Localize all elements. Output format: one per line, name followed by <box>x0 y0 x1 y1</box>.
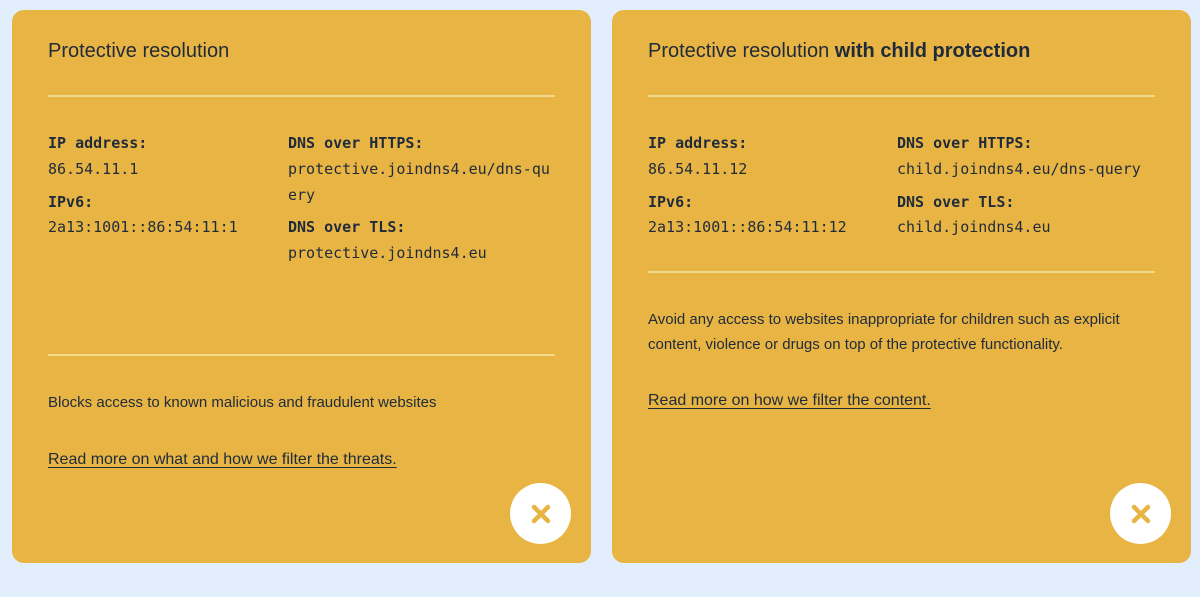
ip-address-label: IP address: <box>48 134 148 152</box>
read-more-threats-link[interactable]: Read more on what and how we filter the … <box>48 450 397 470</box>
close-x-icon <box>1131 504 1150 523</box>
doh-value: protective.joindns4.eu/dns-query <box>288 160 550 204</box>
ipv6-value: 2a13:1001::86:54:11:1 <box>48 218 238 236</box>
ipv6-value: 2a13:1001::86:54:11:12 <box>648 218 847 236</box>
ip-address-value: 86.54.11.12 <box>648 160 748 178</box>
card-description: Avoid any access to websites inappropria… <box>648 311 1120 353</box>
ipv6-label: IPv6: <box>648 193 694 211</box>
card-description: Blocks access to known malicious and fra… <box>48 394 437 411</box>
dot-label: DNS over TLS: <box>897 193 1015 211</box>
dot-value: child.joindns4.eu <box>897 218 1051 236</box>
read-more-content-link[interactable]: Read more on how we filter the content. <box>648 391 931 411</box>
doh-value: child.joindns4.eu/dns-query <box>897 160 1141 178</box>
dot-value: protective.joindns4.eu <box>288 244 487 262</box>
card-title: Protective resolution <box>48 40 230 62</box>
close-button[interactable] <box>510 483 571 544</box>
divider <box>648 95 1155 97</box>
dot-label: DNS over TLS: <box>288 218 406 236</box>
protective-resolution-card: Protective resolution IP address: 86.54.… <box>12 10 591 563</box>
divider <box>48 354 555 356</box>
doh-label: DNS over HTTPS: <box>897 134 1033 152</box>
ipv6-label: IPv6: <box>48 193 94 211</box>
card-title: Protective resolution with child protect… <box>648 40 1031 62</box>
doh-label: DNS over HTTPS: <box>288 134 424 152</box>
divider <box>48 95 555 97</box>
child-protection-card: Protective resolution with child protect… <box>612 10 1191 563</box>
divider <box>648 271 1155 273</box>
ip-address-label: IP address: <box>648 134 748 152</box>
close-button[interactable] <box>1110 483 1171 544</box>
ip-address-value: 86.54.11.1 <box>48 160 139 178</box>
close-x-icon <box>531 504 550 523</box>
